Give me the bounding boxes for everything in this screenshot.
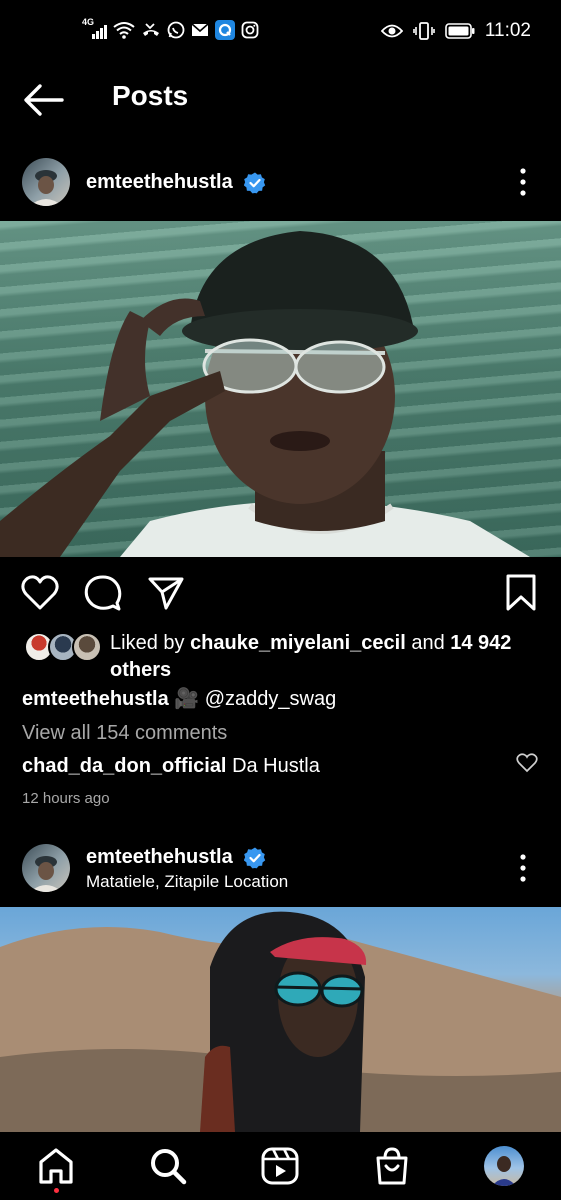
search-icon[interactable]: [148, 1146, 188, 1186]
avatar[interactable]: [22, 158, 70, 206]
like-heart-icon[interactable]: [20, 573, 60, 613]
bottom-navigation: [0, 1132, 561, 1200]
network-type: 4G: [82, 17, 95, 27]
caption-username[interactable]: emteethehustla: [22, 688, 169, 710]
reels-icon[interactable]: [260, 1146, 300, 1186]
comment-text: Da Hustla: [232, 755, 320, 777]
page-title: Posts: [112, 80, 189, 111]
comment-icon[interactable]: [83, 573, 123, 613]
post-header: emteethehustla Matatiele, Zitapile Locat…: [0, 836, 561, 900]
post-timestamp: 12 hours ago: [22, 790, 110, 807]
view-all-comments-link[interactable]: View all 154 comments: [22, 722, 227, 745]
post-header: emteethehustla: [0, 150, 561, 214]
comment-username[interactable]: chad_da_don_official: [22, 755, 227, 777]
instagram-notification-icon: [241, 21, 259, 39]
likes-text: Liked by chauke_miyelani_cecil and 14 94…: [110, 630, 540, 684]
home-icon[interactable]: [36, 1146, 76, 1186]
app-notification-icon: [215, 20, 235, 40]
top-bar: Posts: [0, 62, 561, 138]
caption-text: 🎥 @zaddy_swag: [174, 688, 337, 710]
post-username[interactable]: emteethehustla: [86, 171, 233, 194]
more-options-icon[interactable]: [512, 853, 534, 883]
likes-count: 14 942: [450, 632, 512, 654]
eye-icon: [380, 24, 403, 38]
wifi-icon: [113, 22, 135, 39]
whatsapp-icon: [167, 21, 185, 39]
post-caption: emteethehustla 🎥 @zaddy_swag: [22, 686, 336, 711]
post-location[interactable]: Matatiele, Zitapile Location: [86, 872, 288, 892]
more-options-icon[interactable]: [512, 167, 534, 197]
home-notification-dot: [54, 1188, 59, 1193]
battery-icon: [445, 23, 475, 39]
post-image[interactable]: [0, 221, 561, 557]
clock: 11:02: [484, 20, 531, 41]
mail-icon: [191, 23, 209, 36]
vibrate-icon: [413, 22, 435, 40]
avatar[interactable]: [22, 844, 70, 892]
shop-icon[interactable]: [372, 1146, 412, 1186]
liker-avatars: [24, 632, 102, 662]
share-icon[interactable]: [146, 573, 186, 613]
likes-summary[interactable]: Liked by chauke_miyelani_cecil and 14 94…: [0, 628, 561, 684]
post-username[interactable]: emteethehustla: [86, 846, 233, 869]
liked-by-prefix: Liked by: [110, 632, 191, 654]
comment: chad_da_don_official Da Hustla: [22, 755, 320, 778]
verified-badge-icon: [244, 172, 266, 194]
profile-avatar[interactable]: [484, 1146, 524, 1186]
post-action-bar: [0, 565, 561, 621]
save-bookmark-icon[interactable]: [501, 573, 541, 613]
post-image[interactable]: [0, 907, 561, 1132]
comment-like-heart-icon[interactable]: [516, 753, 538, 773]
liked-by-and: and: [405, 632, 451, 654]
avatar: [72, 632, 102, 662]
likes-others[interactable]: others: [110, 659, 171, 681]
verified-badge-icon: [244, 847, 266, 869]
signal-icon: 4G: [82, 17, 107, 39]
liked-by-user[interactable]: chauke_miyelani_cecil: [190, 632, 406, 654]
missed-call-icon: [143, 23, 159, 36]
back-arrow-icon[interactable]: [22, 82, 64, 118]
status-bar: 4G 11:02: [0, 0, 561, 62]
